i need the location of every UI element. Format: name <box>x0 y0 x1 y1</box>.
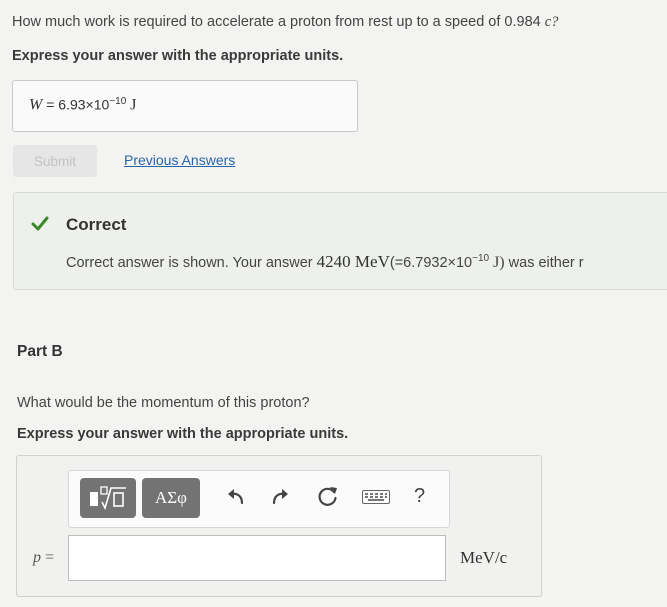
feedback-title: Correct <box>66 215 127 234</box>
keyboard-icon[interactable] <box>362 490 390 504</box>
templates-icon <box>90 486 126 511</box>
feedback-panel <box>13 192 667 290</box>
part-a-answer: W = 6.93×10−10 J <box>29 96 137 114</box>
part-a-units-instruction: Express your answer with the appropriate… <box>12 48 344 64</box>
part-b-units-instruction: Express your answer with the appropriate… <box>17 426 349 442</box>
redo-icon[interactable] <box>268 487 290 507</box>
previous-answers-link[interactable]: Previous Answers <box>124 152 235 168</box>
feedback-message: Correct answer is shown. Your answer 424… <box>66 252 584 271</box>
greek-symbols-button[interactable]: ΑΣφ <box>142 478 200 518</box>
part-b-label: Part B <box>17 343 63 360</box>
help-icon[interactable]: ? <box>414 485 425 508</box>
templates-button[interactable] <box>80 478 136 518</box>
unit-label: MeV/c <box>460 548 508 567</box>
p-label: p = <box>33 549 55 566</box>
submit-button[interactable]: Submit <box>13 145 97 177</box>
part-b-question: What would be the momentum of this proto… <box>17 395 310 411</box>
check-icon <box>31 216 49 231</box>
undo-icon[interactable] <box>226 487 248 507</box>
reset-icon[interactable] <box>316 484 340 508</box>
part-a-answer-box: W = 6.93×10−10 J <box>12 80 358 132</box>
momentum-input[interactable] <box>68 535 446 581</box>
part-a-question: How much work is required to accelerate … <box>12 14 559 30</box>
